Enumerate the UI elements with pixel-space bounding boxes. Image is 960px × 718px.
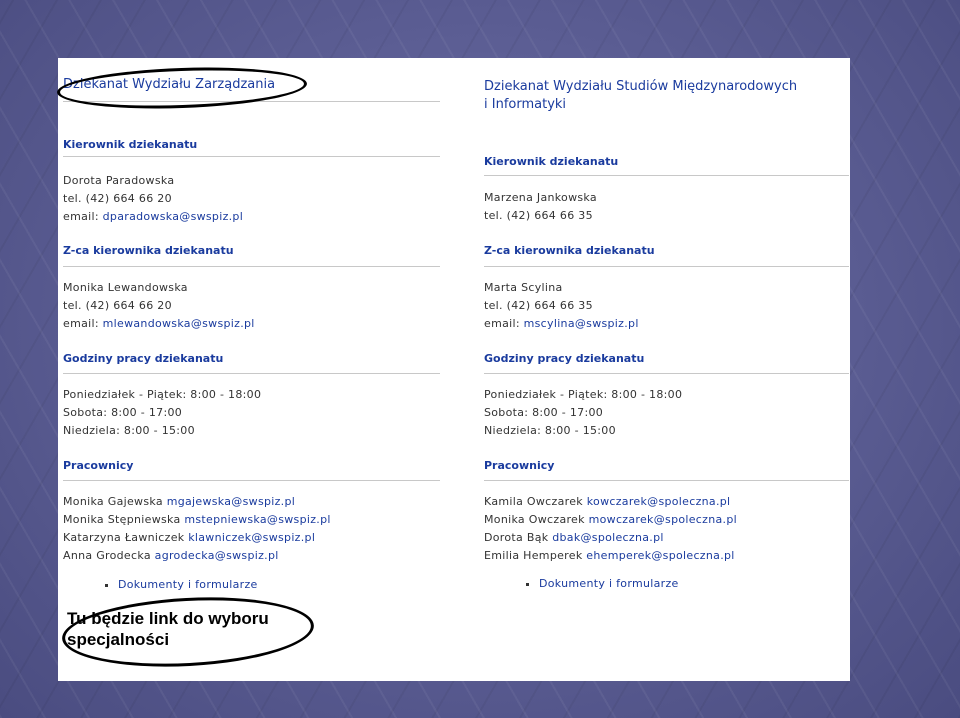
deputy-email-link[interactable]: mscylina@swspiz.pl [524,317,639,330]
staff-name: Emilia Hemperek [484,549,583,562]
staff-row: Anna Grodecka agrodecka@swspiz.pl [63,549,279,562]
right-title-line2: i Informatyki [484,97,567,112]
documents-link-label: Dokumenty i formularze [118,578,258,591]
hours-weekdays: Poniedziałek - Piątek: 8:00 - 18:00 [63,388,262,401]
divider [63,156,440,157]
deputy-email-line: email: mscylina@swspiz.pl [484,317,639,330]
hours-sunday: Niedziela: 8:00 - 15:00 [484,424,616,437]
email-label: email: [63,210,99,223]
divider [484,175,849,176]
staff-name: Katarzyna Ławniczek [63,531,185,544]
staff-email-link[interactable]: kowczarek@spoleczna.pl [587,495,731,508]
email-label: email: [63,317,99,330]
staff-name: Kamila Owczarek [484,495,583,508]
documents-link-label: Dokumenty i formularze [539,577,679,590]
left-column-title[interactable]: Dziekanat Wydziału Zarządzania [63,76,275,94]
bullet-icon [105,583,108,587]
staff-name: Anna Grodecka [63,549,151,562]
manager-email-line: email: dparadowska@swspiz.pl [63,210,243,223]
manager-email-link[interactable]: dparadowska@swspiz.pl [103,210,243,223]
right-column-title[interactable]: Dziekanat Wydziału Studiów Międzynarodow… [484,78,797,114]
annotation-note-line2: specjalności [67,630,170,649]
divider [63,266,440,267]
staff-email-link[interactable]: ehemperek@spoleczna.pl [586,549,734,562]
divider [484,266,849,267]
section-head-staff: Pracownicy [484,459,555,472]
section-head-hours: Godziny pracy dziekanatu [63,352,224,365]
divider [63,101,440,102]
staff-email-link[interactable]: agrodecka@swspiz.pl [155,549,279,562]
right-title-line1: Dziekanat Wydziału Studiów Międzynarodow… [484,79,798,94]
staff-email-link[interactable]: mstepniewska@swspiz.pl [184,513,330,526]
bullet-icon [526,582,529,586]
deputy-tel: tel. (42) 664 66 20 [63,299,172,312]
annotation-note: Tu będzie link do wyboru specjalności [67,608,269,650]
staff-name: Monika Gajewska [63,495,163,508]
manager-name: Dorota Paradowska [63,174,175,187]
documents-link[interactable]: Dokumenty i formularze [105,578,258,591]
deputy-email-link[interactable]: mlewandowska@swspiz.pl [103,317,255,330]
staff-email-link[interactable]: mowczarek@spoleczna.pl [589,513,737,526]
deputy-name: Monika Lewandowska [63,281,188,294]
email-label: email: [484,317,520,330]
page-panel: Dziekanat Wydziału Zarządzania Kierownik… [58,58,850,681]
section-head-manager: Kierownik dziekanatu [484,155,619,168]
staff-row: Dorota Bąk dbak@spoleczna.pl [484,531,664,544]
manager-name: Marzena Jankowska [484,191,597,204]
divider [63,373,440,374]
staff-name: Dorota Bąk [484,531,549,544]
staff-email-link[interactable]: dbak@spoleczna.pl [552,531,664,544]
hours-saturday: Sobota: 8:00 - 17:00 [63,406,183,419]
divider [484,373,849,374]
section-head-manager: Kierownik dziekanatu [63,138,198,151]
staff-row: Kamila Owczarek kowczarek@spoleczna.pl [484,495,730,508]
section-head-deputy: Z-ca kierownika dziekanatu [484,244,655,257]
manager-tel: tel. (42) 664 66 35 [484,209,593,222]
divider [63,480,440,481]
manager-tel: tel. (42) 664 66 20 [63,192,172,205]
section-head-deputy: Z-ca kierownika dziekanatu [63,244,234,257]
section-head-staff: Pracownicy [63,459,134,472]
staff-email-link[interactable]: klawniczek@swspiz.pl [188,531,315,544]
section-head-hours: Godziny pracy dziekanatu [484,352,645,365]
staff-row: Monika Stępniewska mstepniewska@swspiz.p… [63,513,331,526]
staff-row: Monika Owczarek mowczarek@spoleczna.pl [484,513,737,526]
divider [484,480,849,481]
deputy-name: Marta Scylina [484,281,563,294]
staff-name: Monika Owczarek [484,513,585,526]
hours-sunday: Niedziela: 8:00 - 15:00 [63,424,195,437]
deputy-email-line: email: mlewandowska@swspiz.pl [63,317,255,330]
staff-name: Monika Stępniewska [63,513,181,526]
hours-saturday: Sobota: 8:00 - 17:00 [484,406,604,419]
staff-email-link[interactable]: mgajewska@swspiz.pl [167,495,295,508]
annotation-note-line1: Tu będzie link do wyboru [67,609,269,628]
staff-row: Emilia Hemperek ehemperek@spoleczna.pl [484,549,735,562]
documents-link[interactable]: Dokumenty i formularze [526,577,679,590]
deputy-tel: tel. (42) 664 66 35 [484,299,593,312]
staff-row: Katarzyna Ławniczek klawniczek@swspiz.pl [63,531,315,544]
hours-weekdays: Poniedziałek - Piątek: 8:00 - 18:00 [484,388,683,401]
staff-row: Monika Gajewska mgajewska@swspiz.pl [63,495,295,508]
